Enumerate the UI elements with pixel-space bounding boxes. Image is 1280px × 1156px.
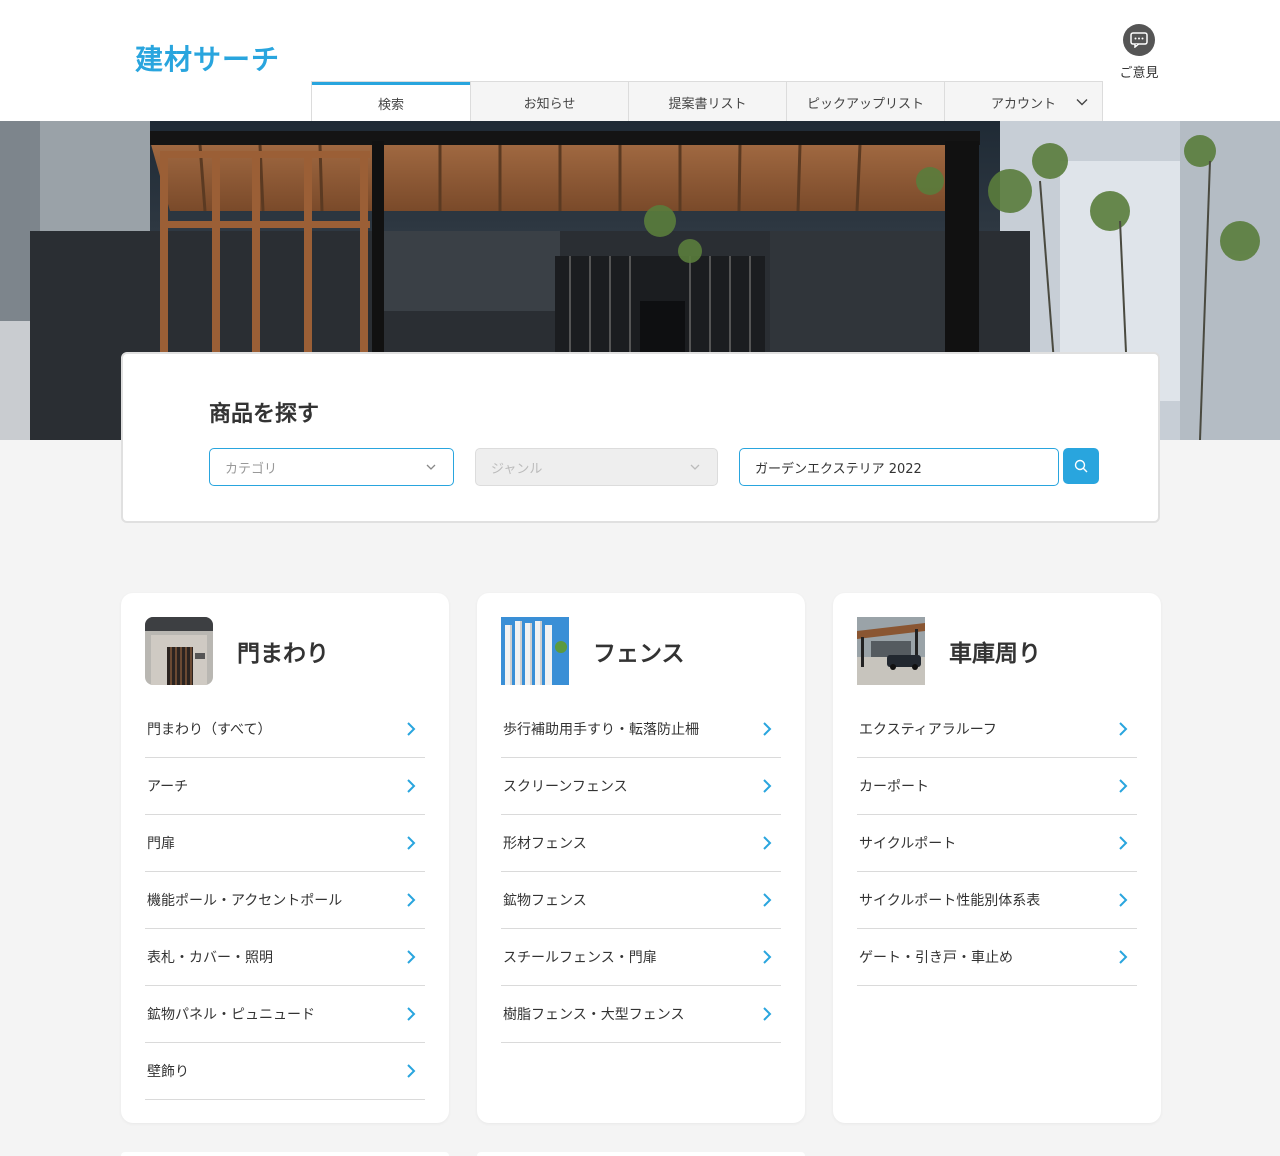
list-item[interactable]: 機能ポール・アクセントポール [145,872,425,929]
category-card-fence: フェンス 歩行補助用手すり・転落防止柵 スクリーンフェンス 形材フェンス 鉱物フ… [477,593,805,1123]
search-title: 商品を探す [209,402,320,427]
list-item[interactable]: 形材フェンス [501,815,781,872]
tab-search[interactable]: 検索 [312,82,470,122]
list-item[interactable]: 歩行補助用手すり・転落防止柵 [501,701,781,758]
chevron-right-icon [407,1007,416,1021]
list-item-label: スクリーンフェンス [503,779,628,795]
fence-thumbnail [501,617,569,685]
category-link-list: 門まわり（すべて） アーチ 門扉 機能ポール・アクセントポール 表札・カバー・照… [145,701,425,1100]
chevron-right-icon [1119,779,1128,793]
chevron-right-icon [1119,722,1128,736]
tab-pickup-list[interactable]: ピックアップリスト [786,82,944,122]
chevron-right-icon [407,836,416,850]
feedback-label: ご意見 [1119,66,1159,81]
list-item-label: サイクルポート性能別体系表 [859,893,1041,909]
list-item-label: 機能ポール・アクセントポール [147,893,343,909]
list-item-label: ゲート・引き戸・車止め [859,950,1013,966]
chevron-right-icon [1119,950,1128,964]
search-button[interactable] [1063,448,1099,484]
list-item[interactable]: 鉱物パネル・ピュニュード [145,986,425,1043]
list-item[interactable]: スチールフェンス・門扉 [501,929,781,986]
list-item[interactable]: 鉱物フェンス [501,872,781,929]
garage-thumbnail [857,617,925,685]
tab-account[interactable]: アカウント [944,82,1102,122]
category-card-partial [121,1152,449,1156]
genre-select-placeholder: ジャンル [491,461,543,477]
category-card-partial [477,1152,805,1156]
list-item[interactable]: サイクルポート [857,815,1137,872]
site-header: 建材サーチ 検索 お知らせ 提案書リスト ピックアップリスト アカウント ご意見 [0,0,1280,122]
feedback-button[interactable]: ご意見 [1115,24,1163,81]
list-item-label: アーチ [147,779,189,795]
genre-select[interactable]: ジャンル [475,448,718,486]
chevron-right-icon [407,893,416,907]
chevron-right-icon [407,950,416,964]
list-item[interactable]: アーチ [145,758,425,815]
list-item-label: スチールフェンス・門扉 [503,950,657,966]
list-item[interactable]: 壁飾り [145,1043,425,1100]
list-item-label: 樹脂フェンス・大型フェンス [503,1007,685,1023]
list-item-label: 表札・カバー・照明 [147,950,273,966]
chevron-down-icon [1076,99,1088,106]
category-card-garage: 車庫周り エクスティアラルーフ カーポート サイクルポート サイクルポート性能別… [833,593,1161,1123]
card-header: フェンス [501,617,685,685]
gate-thumbnail [145,617,213,685]
list-item[interactable]: 表札・カバー・照明 [145,929,425,986]
list-item[interactable]: 門まわり（すべて） [145,701,425,758]
list-item[interactable]: サイクルポート性能別体系表 [857,872,1137,929]
list-item-label: 門まわり（すべて） [147,722,272,738]
category-card-gate: 門まわり 門まわり（すべて） アーチ 門扉 機能ポール・アクセントポール 表札・… [121,593,449,1123]
tab-proposal-list[interactable]: 提案書リスト [628,82,786,122]
chevron-right-icon [763,893,772,907]
tab-label: 検索 [377,98,404,113]
category-link-list: エクスティアラルーフ カーポート サイクルポート サイクルポート性能別体系表 ゲ… [857,701,1137,986]
list-item-label: 鉱物パネル・ピュニュード [147,1007,315,1023]
list-item-label: 鉱物フェンス [503,893,587,909]
list-item-label: サイクルポート [859,836,957,852]
chevron-right-icon [407,779,416,793]
chevron-right-icon [1119,893,1128,907]
list-item[interactable]: ゲート・引き戸・車止め [857,929,1137,986]
chat-bubble-icon [1123,24,1155,56]
tab-label: 提案書リスト [668,96,747,112]
card-title: 車庫周り [949,641,1041,667]
list-item-label: 門扉 [147,836,175,852]
list-item-label: 形材フェンス [503,836,587,852]
list-item[interactable]: 門扉 [145,815,425,872]
search-icon [1074,459,1088,473]
category-link-list: 歩行補助用手すり・転落防止柵 スクリーンフェンス 形材フェンス 鉱物フェンス ス… [501,701,781,1043]
list-item[interactable]: エクスティアラルーフ [857,701,1137,758]
card-title: 門まわり [237,641,329,667]
chevron-right-icon [763,836,772,850]
tab-label: ピックアップリスト [806,96,924,112]
list-item-label: エクスティアラルーフ [859,722,997,738]
chevron-down-icon [426,464,436,470]
chevron-right-icon [407,1064,416,1078]
chevron-right-icon [1119,836,1128,850]
tab-label: アカウント [990,96,1056,112]
chevron-down-icon [690,464,700,470]
search-panel: 商品を探す カテゴリ ジャンル [121,352,1160,523]
chevron-right-icon [763,779,772,793]
tab-news[interactable]: お知らせ [470,82,628,122]
tab-label: お知らせ [523,96,576,112]
main-nav: 検索 お知らせ 提案書リスト ピックアップリスト アカウント [311,81,1103,122]
list-item[interactable]: 樹脂フェンス・大型フェンス [501,986,781,1043]
list-item[interactable]: カーポート [857,758,1137,815]
chevron-right-icon [763,950,772,964]
card-header: 門まわり [145,617,329,685]
card-header: 車庫周り [857,617,1041,685]
chevron-right-icon [407,722,416,736]
category-select-placeholder: カテゴリ [225,461,278,477]
chevron-right-icon [763,1007,772,1021]
list-item-label: カーポート [859,779,929,795]
card-title: フェンス [593,641,685,667]
category-select[interactable]: カテゴリ [209,448,454,486]
site-logo[interactable]: 建材サーチ [135,38,280,78]
keyword-search-input[interactable] [739,448,1059,486]
list-item-label: 壁飾り [147,1064,189,1080]
list-item[interactable]: スクリーンフェンス [501,758,781,815]
chevron-right-icon [763,722,772,736]
list-item-label: 歩行補助用手すり・転落防止柵 [503,722,699,738]
